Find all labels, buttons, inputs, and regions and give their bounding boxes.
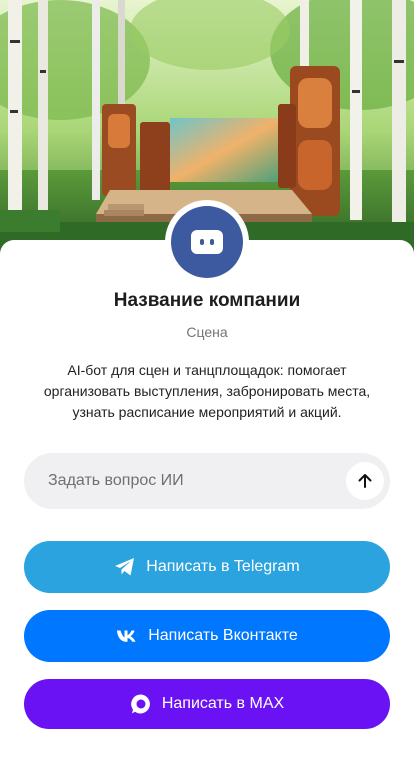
telegram-button-label: Написать в Telegram [146,558,300,575]
max-button-label: Написать в MAX [161,695,285,712]
max-button[interactable]: Написать в MAX [24,679,390,729]
telegram-button[interactable]: Написать в Telegram [24,541,390,593]
avatar-circle [171,206,243,278]
telegram-icon [114,557,136,577]
ask-ai-input[interactable] [48,472,346,490]
company-category: Сцена [186,324,228,340]
company-description: AI-бот для сцен и танцплощадок: помогает… [43,362,371,420]
vk-button-label: Написать Вконтакте [148,627,298,644]
ask-ai-bar [24,453,390,509]
avatar [165,200,249,284]
send-button[interactable] [346,462,384,500]
max-icon [130,693,152,715]
vk-button[interactable]: Написать Вконтакте [24,610,390,662]
arrow-up-icon [358,474,372,488]
chat-bot-icon [191,230,223,254]
company-name: Название компании [113,290,301,311]
vk-icon [116,629,138,643]
